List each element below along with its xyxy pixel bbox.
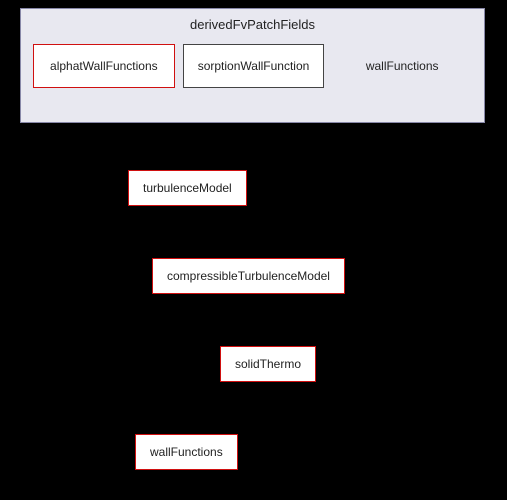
container-children: alphatWallFunctions sorptionWallFunction… bbox=[33, 44, 472, 88]
dep-wallFunctions[interactable]: wallFunctions bbox=[135, 434, 238, 470]
node-wallFunctions-label: wallFunctions bbox=[332, 45, 472, 87]
dep-compressibleTurbulenceModel[interactable]: compressibleTurbulenceModel bbox=[152, 258, 345, 294]
node-sorptionWallFunction[interactable]: sorptionWallFunction bbox=[183, 44, 325, 88]
container-title[interactable]: derivedFvPatchFields bbox=[33, 17, 472, 32]
dep-solidThermo[interactable]: solidThermo bbox=[220, 346, 316, 382]
node-alphatWallFunctions[interactable]: alphatWallFunctions bbox=[33, 44, 175, 88]
container-derivedFvPatchFields[interactable]: derivedFvPatchFields alphatWallFunctions… bbox=[20, 8, 485, 123]
dep-turbulenceModel[interactable]: turbulenceModel bbox=[128, 170, 247, 206]
